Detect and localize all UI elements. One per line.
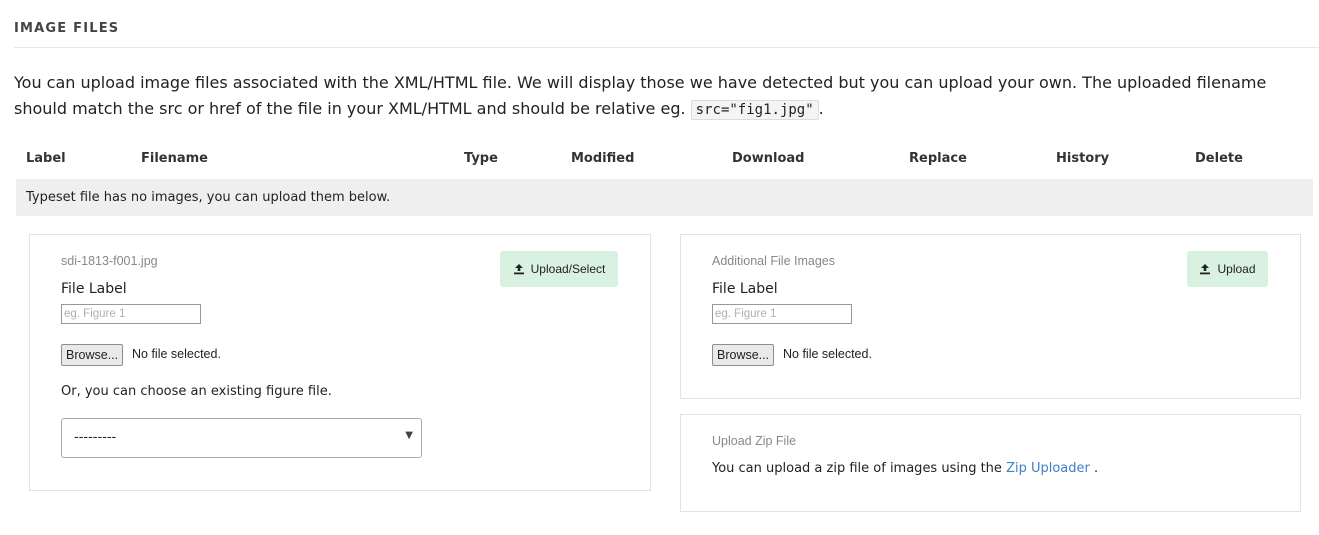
existing-figure-select[interactable]: --------- ▼ [61, 418, 422, 458]
chevron-down-icon: ▼ [405, 430, 413, 441]
section-title: IMAGE FILES [14, 21, 120, 36]
choose-existing-text: Or, you can choose an existing figure fi… [61, 384, 332, 399]
empty-table-row: Typeset file has no images, you can uplo… [16, 179, 1313, 216]
file-label-heading: File Label [712, 281, 778, 297]
table-header-download: Download [732, 151, 805, 166]
browse-button[interactable]: Browse... [61, 344, 124, 366]
table-header-replace: Replace [909, 151, 967, 166]
file-label-heading: File Label [61, 281, 127, 297]
zip-uploader-link[interactable]: Zip Uploader [1006, 461, 1090, 476]
zip-upload-panel: Upload Zip File You can upload a zip fil… [680, 414, 1301, 512]
upload-button[interactable]: Upload [1187, 251, 1268, 287]
title-divider [14, 47, 1319, 48]
empty-table-message: Typeset file has no images, you can uplo… [26, 190, 391, 205]
no-file-text: No file selected. [132, 347, 221, 361]
image-upload-panel: sdi-1813-f001.jpg Upload/Select File Lab… [29, 234, 651, 491]
no-file-text: No file selected. [783, 347, 872, 361]
additional-images-panel: Additional File Images Upload File Label… [680, 234, 1301, 399]
zip-upload-text: You can upload a zip file of images usin… [712, 461, 1098, 476]
zip-upload-title: Upload Zip File [712, 434, 797, 448]
table-header-history: History [1056, 151, 1110, 166]
zip-text-after: . [1089, 461, 1099, 476]
upload-select-button[interactable]: Upload/Select [500, 251, 618, 287]
image-filename: sdi-1813-f001.jpg [61, 254, 158, 268]
intro-text-end: . [818, 99, 824, 118]
upload-icon [513, 264, 524, 275]
additional-images-title: Additional File Images [712, 254, 835, 268]
table-header-type: Type [464, 151, 498, 166]
intro-text-main: You can upload image files associated wi… [14, 73, 1267, 118]
table-header-delete: Delete [1195, 151, 1243, 166]
table-header-label: Label [26, 151, 66, 166]
select-value: --------- [74, 430, 117, 445]
table-header-filename: Filename [141, 151, 208, 166]
intro-code: src="fig1.jpg" [690, 100, 819, 120]
browse-button[interactable]: Browse... [712, 344, 775, 366]
upload-icon [1200, 264, 1211, 275]
table-header-modified: Modified [571, 151, 635, 166]
upload-select-label: Upload/Select [530, 262, 606, 276]
file-label-input[interactable]: eg. Figure 1 [712, 304, 852, 324]
file-label-input[interactable]: eg. Figure 1 [61, 304, 201, 324]
upload-label: Upload [1217, 262, 1256, 276]
intro-text: You can upload image files associated wi… [14, 70, 1314, 123]
zip-text-before: You can upload a zip file of images usin… [712, 461, 1007, 476]
